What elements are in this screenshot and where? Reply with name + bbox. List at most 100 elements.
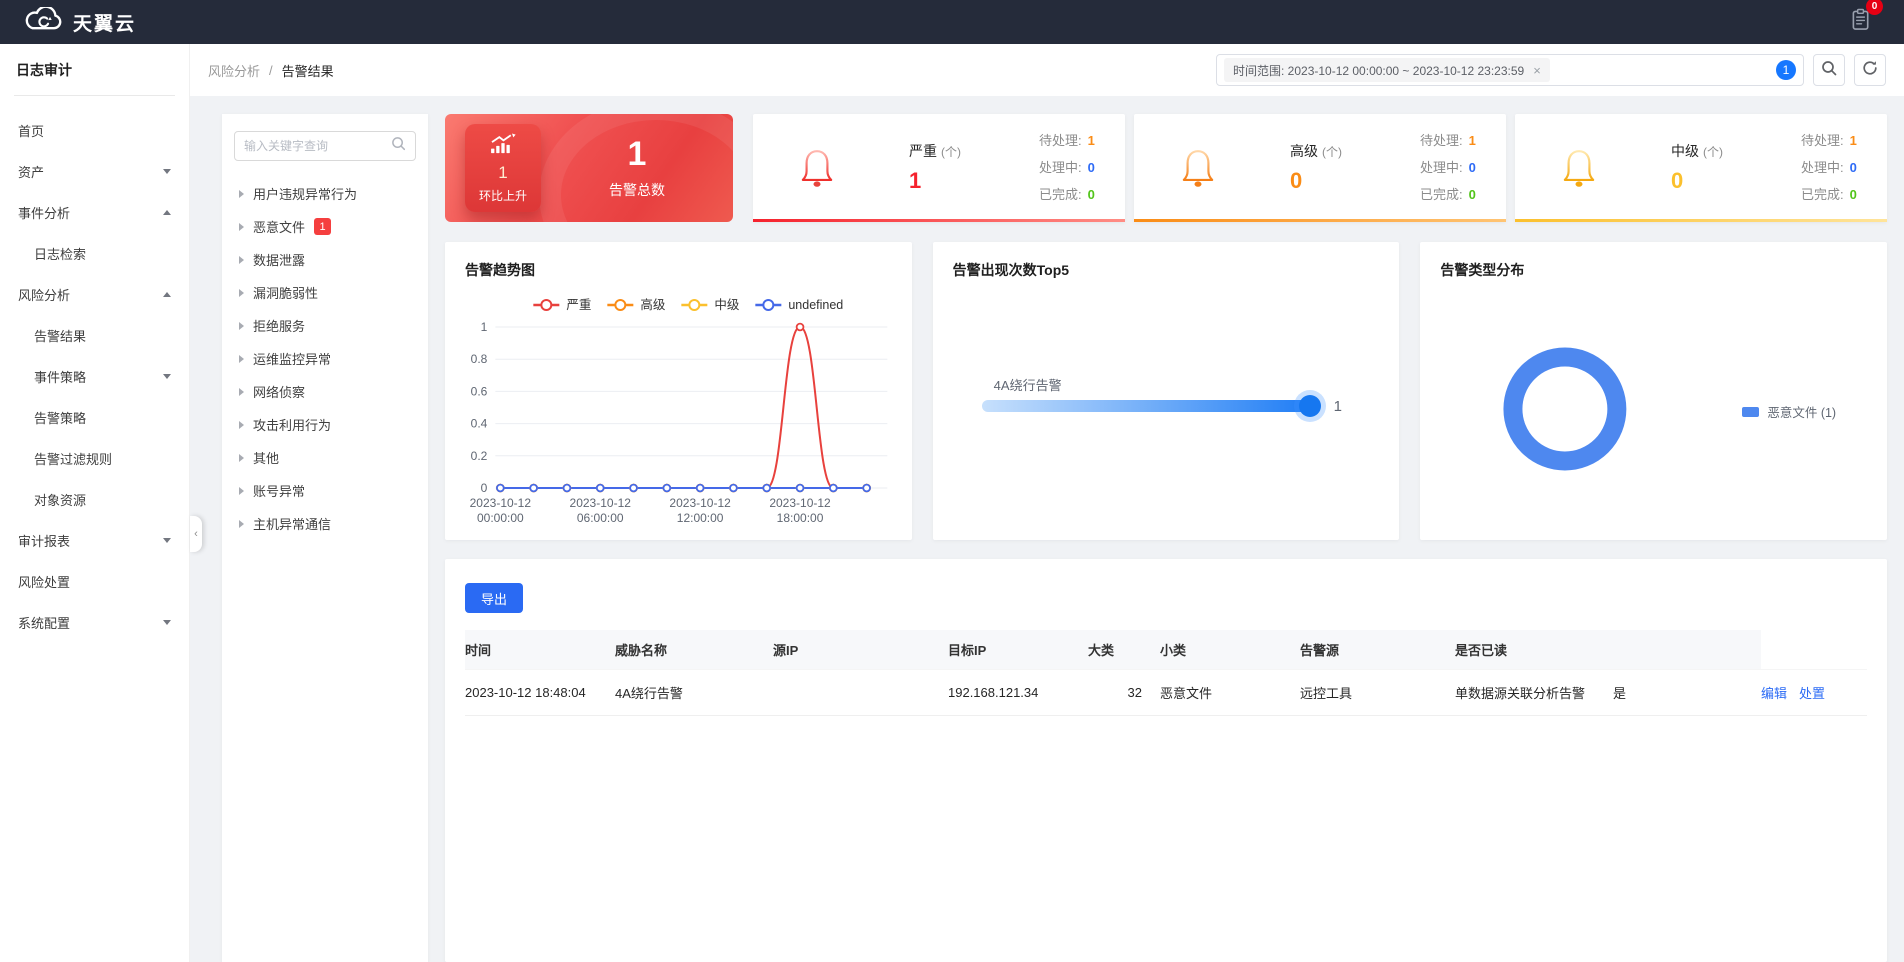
col-time[interactable]: 时间	[465, 630, 615, 670]
clipboard-icon[interactable]	[1851, 8, 1872, 35]
keyword-search-input[interactable]	[244, 139, 391, 153]
stat-done: 已完成: 0	[1801, 181, 1857, 208]
severity-stats: 待处理: 1 处理中: 0 已完成: 0	[1801, 127, 1857, 208]
tree-item-label: 攻击利用行为	[253, 418, 332, 433]
sidebar-item-assets[interactable]: 资产	[0, 151, 189, 192]
caret-right-icon[interactable]	[239, 420, 244, 429]
tree-item-user-violation[interactable]: 用户违规异常行为	[234, 177, 416, 210]
time-range-tag[interactable]: 时间范围: 2023-10-12 00:00:00 ~ 2023-10-12 2…	[1224, 58, 1550, 82]
table-row[interactable]: 2023-10-12 18:48:04 4A绕行告警 192.168.121.3…	[465, 669, 1867, 716]
svg-text:2023-10-12: 2023-10-12	[570, 496, 632, 510]
notification-entry[interactable]: 0	[1851, 0, 1883, 36]
trend-label: 环比上升	[478, 188, 527, 203]
caret-right-icon[interactable]	[239, 255, 244, 264]
stat-processing: 处理中: 0	[1039, 154, 1095, 181]
stat-value: 0	[1468, 160, 1476, 175]
tree-item-host-anomaly[interactable]: 主机异常通信	[234, 507, 416, 540]
stat-label: 处理中:	[1801, 160, 1844, 175]
tree-item-label: 用户违规异常行为	[253, 187, 358, 202]
alert-trend-chart-card: 告警趋势图 0 0.2 0.4 0.6 0.8 1 2023-10-12 00:00:00 20…	[445, 242, 912, 540]
alert-total: 1 告警总数	[541, 114, 733, 222]
table-header-row: 时间 威胁名称 源IP 目标IP 大类 小类 告警源 是否已读	[465, 630, 1867, 670]
edit-link[interactable]: 编辑	[1761, 686, 1787, 701]
caret-right-icon[interactable]	[239, 189, 244, 198]
keyword-search-field[interactable]	[234, 131, 416, 161]
caret-right-icon[interactable]	[239, 288, 244, 297]
sidebar-collapse-handle[interactable]: ‹	[190, 516, 202, 552]
tree-item-label: 主机异常通信	[253, 517, 332, 532]
sidebar-item-object-resources[interactable]: 对象资源	[0, 479, 189, 520]
sidebar-item-alert-policy[interactable]: 告警策略	[0, 397, 189, 438]
sidebar-item-label: 告警策略	[34, 411, 87, 426]
sidebar-item-label: 审计报表	[18, 534, 71, 549]
sidebar-item-risk-analysis[interactable]: 风险分析	[0, 274, 189, 315]
tree-item-data-leak[interactable]: 数据泄露	[234, 243, 416, 276]
col-target-ip[interactable]: 目标IP	[948, 630, 1088, 670]
top-navbar: 天翼云 0	[0, 0, 1904, 44]
caret-right-icon[interactable]	[239, 387, 244, 396]
tree-item-malicious-file[interactable]: 恶意文件 1	[234, 210, 416, 243]
severity-underline	[753, 219, 1125, 222]
cell-time: 2023-10-12 18:48:04	[465, 669, 615, 716]
sidebar-item-event-analysis[interactable]: 事件分析	[0, 192, 189, 233]
breadcrumb-separator: /	[269, 62, 273, 78]
time-filter-input[interactable]: 时间范围: 2023-10-12 00:00:00 ~ 2023-10-12 2…	[1216, 54, 1804, 86]
cell-source-ip	[773, 669, 948, 716]
stat-label: 待处理:	[1420, 133, 1463, 148]
stat-processing: 处理中: 0	[1420, 154, 1476, 181]
col-read-status[interactable]: 是否已读	[1455, 630, 1613, 670]
tree-item-ops-monitor[interactable]: 运维监控异常	[234, 342, 416, 375]
tree-item-attack-exploit[interactable]: 攻击利用行为	[234, 408, 416, 441]
col-major-class[interactable]: 大类	[1088, 630, 1160, 670]
col-threat-name[interactable]: 威胁名称	[615, 630, 773, 670]
trend-up-icon	[489, 132, 517, 160]
sidebar-item-event-policy[interactable]: 事件策略	[0, 356, 189, 397]
svg-text:undefined: undefined	[788, 298, 843, 312]
bar-end-dot	[1298, 395, 1321, 417]
sidebar-item-home[interactable]: 首页	[0, 110, 189, 151]
chart-title: 告警出现次数Top5	[952, 262, 1070, 278]
caret-right-icon[interactable]	[239, 321, 244, 330]
tag-close-icon[interactable]: ×	[1533, 63, 1541, 78]
sidebar-item-risk-handling[interactable]: 风险处置	[0, 561, 189, 602]
severity-unit: (个)	[1322, 145, 1342, 159]
cell-alert-source: 远控工具	[1300, 669, 1455, 716]
sidebar-item-alert-filter-rules[interactable]: 告警过滤规则	[0, 438, 189, 479]
svg-text:0.2: 0.2	[471, 449, 488, 463]
col-minor-class[interactable]: 小类	[1160, 630, 1300, 670]
caret-right-icon[interactable]	[239, 486, 244, 495]
sidebar-item-label: 对象资源	[34, 493, 87, 508]
severity-unit: (个)	[1703, 145, 1723, 159]
tree-item-dos[interactable]: 拒绝服务	[234, 309, 416, 342]
bar-category-label: 4A绕行告警	[993, 378, 1062, 393]
search-icon[interactable]	[391, 136, 406, 156]
caret-right-icon[interactable]	[239, 354, 244, 363]
search-button[interactable]	[1813, 54, 1845, 86]
stat-value: 1	[1468, 133, 1476, 148]
tree-item-network-recon[interactable]: 网络侦察	[234, 375, 416, 408]
export-button[interactable]: 导出	[465, 583, 523, 613]
tree-item-account-anomaly[interactable]: 账号异常	[234, 474, 416, 507]
tree-item-other[interactable]: 其他	[234, 441, 416, 474]
top5-bar[interactable]	[981, 395, 1321, 417]
refresh-button[interactable]	[1854, 54, 1886, 86]
sidebar-item-system-config[interactable]: 系统配置	[0, 602, 189, 643]
svg-text:2023-10-12: 2023-10-12	[470, 496, 532, 510]
cell-read: 是	[1613, 669, 1761, 716]
severity-label: 中级 (个) 0	[1671, 141, 1723, 194]
col-alert-source[interactable]: 告警源	[1300, 630, 1455, 670]
chevron-up-icon	[163, 292, 171, 297]
sidebar-item-log-search[interactable]: 日志检索	[0, 233, 189, 274]
caret-right-icon[interactable]	[239, 222, 244, 231]
tree-item-vulnerability[interactable]: 漏洞脆弱性	[234, 276, 416, 309]
caret-right-icon[interactable]	[239, 453, 244, 462]
sidebar-item-alert-results[interactable]: 告警结果	[0, 315, 189, 356]
handle-link[interactable]: 处置	[1799, 686, 1825, 701]
svg-text:1: 1	[481, 320, 488, 334]
sidebar-item-audit-reports[interactable]: 审计报表	[0, 520, 189, 561]
donut-legend[interactable]: 恶意文件 (1)	[1742, 402, 1836, 421]
chevron-down-icon	[163, 538, 171, 543]
caret-right-icon[interactable]	[239, 519, 244, 528]
breadcrumb-parent[interactable]: 风险分析	[208, 61, 260, 80]
col-source-ip[interactable]: 源IP	[773, 630, 948, 670]
